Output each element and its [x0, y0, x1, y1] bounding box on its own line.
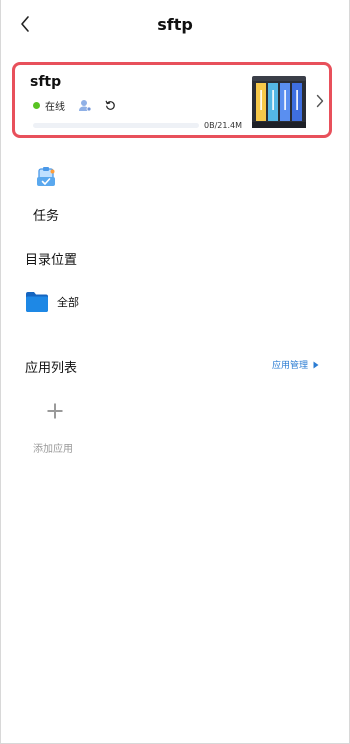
status-text: 在线 — [45, 101, 65, 113]
storage-progress-bar — [33, 123, 199, 128]
user-icon[interactable] — [78, 99, 92, 112]
plus-icon — [46, 402, 64, 424]
add-app-label: 添加应用 — [33, 444, 73, 455]
device-status-row: 在线 — [33, 98, 124, 113]
back-button[interactable] — [15, 12, 35, 36]
app-manage-label: 应用管理 — [271, 361, 308, 371]
add-app-button[interactable]: 添加应用 — [29, 400, 83, 460]
top-bar: sftp — [1, 0, 349, 48]
chevron-right-icon[interactable] — [314, 93, 326, 109]
task-label: 任务 — [33, 209, 60, 224]
task-clipboard-icon — [35, 165, 57, 193]
folder-icon — [26, 292, 48, 312]
task-entry[interactable]: 任务 — [31, 165, 71, 225]
app-screen: sftp sftp 在线 0B/21.4M 任务 目录位置 全部 应用列表 应用… — [0, 0, 350, 744]
refresh-icon[interactable] — [105, 100, 116, 111]
nas-device-icon — [252, 76, 306, 132]
apps-section-title: 应用列表 — [25, 361, 78, 376]
device-name: sftp — [30, 74, 62, 90]
storage-usage-text: 0B/21.4M — [204, 121, 242, 130]
online-dot — [33, 101, 40, 109]
triangle-right-icon — [313, 361, 319, 368]
folder-label: 全部 — [57, 296, 79, 309]
chevron-left-icon — [21, 16, 29, 32]
page-title: sftp — [157, 14, 193, 34]
directory-section-title: 目录位置 — [25, 253, 78, 268]
app-manage-link[interactable]: 应用管理 — [272, 358, 319, 371]
folder-item-all[interactable]: 全部 — [25, 290, 79, 314]
device-card[interactable]: sftp 在线 0B/21.4M — [12, 62, 332, 138]
